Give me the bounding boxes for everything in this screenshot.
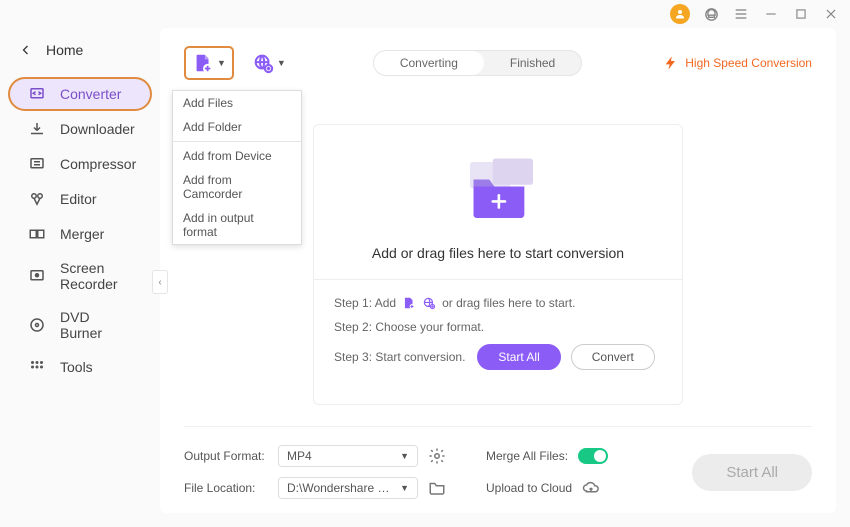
dropdown-add-output[interactable]: Add in output format — [173, 206, 301, 244]
sidebar-item-editor[interactable]: Editor — [8, 182, 152, 216]
user-avatar[interactable] — [670, 4, 690, 24]
tab-finished[interactable]: Finished — [484, 51, 581, 75]
add-url-icon — [252, 52, 274, 74]
settings-icon[interactable] — [428, 447, 446, 465]
maximize-icon[interactable] — [792, 5, 810, 23]
step1-suffix: or drag files here to start. — [442, 296, 575, 310]
sidebar-item-label: Compressor — [60, 156, 136, 172]
close-icon[interactable] — [822, 5, 840, 23]
add-file-icon — [192, 52, 214, 74]
sidebar: Home Converter Downloader Compressor Edi… — [0, 28, 160, 527]
minimize-icon[interactable] — [762, 5, 780, 23]
sidebar-item-tools[interactable]: Tools — [8, 350, 152, 384]
add-file-button[interactable]: ▼ — [184, 46, 234, 80]
sidebar-item-downloader[interactable]: Downloader — [8, 112, 152, 146]
compressor-icon — [28, 155, 46, 173]
high-speed-label: High Speed Conversion — [685, 56, 812, 70]
merge-toggle[interactable] — [578, 448, 608, 464]
high-speed-indicator: High Speed Conversion — [663, 55, 812, 71]
file-location-label: File Location: — [184, 481, 268, 495]
step-1: Step 1: Add or drag files here to start. — [334, 296, 662, 310]
dvd-burner-icon — [28, 316, 46, 334]
sidebar-item-label: Merger — [60, 226, 104, 242]
lightning-icon — [663, 55, 679, 71]
sidebar-item-label: Screen Recorder — [60, 260, 132, 292]
home-label: Home — [46, 42, 83, 58]
file-location-select[interactable]: D:\Wondershare UniConverter 1 ▼ — [278, 477, 418, 499]
home-back[interactable]: Home — [0, 36, 160, 76]
sidebar-item-merger[interactable]: Merger — [8, 217, 152, 251]
sidebar-item-label: Editor — [60, 191, 97, 207]
convert-button[interactable]: Convert — [571, 344, 655, 370]
chevron-down-icon: ▼ — [217, 58, 226, 68]
converter-icon — [28, 85, 46, 103]
drop-text: Add or drag files here to start conversi… — [314, 245, 682, 261]
tab-converting[interactable]: Converting — [374, 51, 484, 75]
sidebar-item-label: Downloader — [60, 121, 135, 137]
add-url-icon[interactable] — [422, 296, 436, 310]
chevron-down-icon: ▼ — [400, 483, 409, 493]
dropdown-add-folder[interactable]: Add Folder — [173, 115, 301, 139]
step-2: Step 2: Choose your format. — [334, 320, 662, 334]
dropdown-add-device[interactable]: Add from Device — [173, 144, 301, 168]
folder-illustration-icon — [453, 155, 543, 225]
chevron-down-icon: ▼ — [277, 58, 286, 68]
folder-icon[interactable] — [428, 479, 446, 497]
merger-icon — [28, 225, 46, 243]
bottom-bar: Output Format: MP4 ▼ Merge All Files: Fi… — [184, 426, 812, 499]
sidebar-item-label: DVD Burner — [60, 309, 132, 341]
status-tabs: Converting Finished — [373, 50, 582, 76]
drop-card: Add or drag files here to start conversi… — [313, 124, 683, 405]
sidebar-item-label: Converter — [60, 86, 121, 102]
support-icon[interactable] — [702, 5, 720, 23]
chevron-down-icon: ▼ — [400, 451, 409, 461]
file-location-value: D:\Wondershare UniConverter 1 — [287, 481, 397, 495]
step3-text: Step 3: Start conversion. — [334, 350, 465, 364]
tools-icon — [28, 358, 46, 376]
downloader-icon — [28, 120, 46, 138]
sidebar-item-screen-recorder[interactable]: Screen Recorder — [8, 252, 152, 300]
menu-icon[interactable] — [732, 5, 750, 23]
sidebar-item-compressor[interactable]: Compressor — [8, 147, 152, 181]
sidebar-item-dvd-burner[interactable]: DVD Burner — [8, 301, 152, 349]
divider — [173, 141, 301, 142]
output-format-value: MP4 — [287, 449, 312, 463]
step1-prefix: Step 1: Add — [334, 296, 396, 310]
merge-label: Merge All Files: — [486, 449, 568, 463]
start-all-main-button[interactable]: Start All — [692, 454, 812, 491]
sidebar-item-label: Tools — [60, 359, 93, 375]
main-panel: ▼ ▼ Converting Finished High Speed Conve… — [160, 28, 836, 513]
editor-icon — [28, 190, 46, 208]
drop-zone[interactable]: Add or drag files here to start conversi… — [314, 155, 682, 279]
output-format-select[interactable]: MP4 ▼ — [278, 445, 418, 467]
cloud-icon[interactable] — [582, 479, 600, 497]
sidebar-item-converter[interactable]: Converter — [8, 77, 152, 111]
screen-recorder-icon — [28, 267, 46, 285]
start-all-button[interactable]: Start All — [477, 344, 560, 370]
add-dropdown-menu: Add Files Add Folder Add from Device Add… — [172, 90, 302, 245]
add-file-icon[interactable] — [402, 296, 416, 310]
step-3: Step 3: Start conversion. Start All Conv… — [334, 344, 662, 370]
dropdown-add-files[interactable]: Add Files — [173, 91, 301, 115]
add-url-button[interactable]: ▼ — [246, 48, 292, 78]
sidebar-collapse-handle[interactable]: ‹ — [152, 270, 168, 294]
dropdown-add-camcorder[interactable]: Add from Camcorder — [173, 168, 301, 206]
upload-label: Upload to Cloud — [486, 481, 572, 495]
steps-panel: Step 1: Add or drag files here to start.… — [314, 279, 682, 370]
output-format-label: Output Format: — [184, 449, 268, 463]
